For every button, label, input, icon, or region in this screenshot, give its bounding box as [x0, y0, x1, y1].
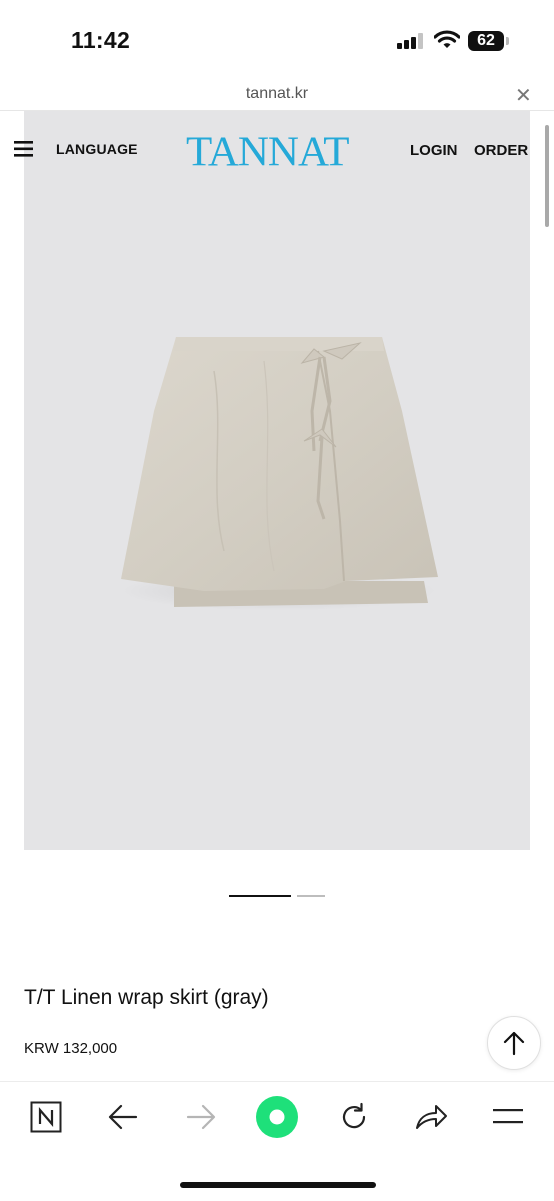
share-icon[interactable]: [414, 1102, 448, 1132]
wifi-icon: [434, 30, 460, 48]
status-bar: 11:42 62: [0, 0, 554, 80]
url-text[interactable]: tannat.kr: [0, 85, 554, 103]
slide-indicator-active[interactable]: [229, 895, 291, 897]
home-indicator[interactable]: [180, 1182, 376, 1188]
arrow-up-icon: [503, 1031, 525, 1056]
hamburger-menu-icon[interactable]: [14, 140, 34, 158]
brand-logo[interactable]: TANNAT: [186, 128, 350, 176]
login-link[interactable]: LOGIN: [410, 142, 458, 159]
clock: 11:42: [71, 27, 131, 53]
forward-arrow-icon[interactable]: [186, 1103, 216, 1131]
web-page: [0, 111, 554, 1081]
close-icon[interactable]: ✕: [515, 83, 532, 108]
naver-home-icon[interactable]: [30, 1101, 62, 1133]
product-price: KRW 132,000: [24, 1040, 118, 1057]
back-arrow-icon[interactable]: [108, 1103, 138, 1131]
skirt-photo: [121, 337, 438, 607]
battery-indicator: 62: [468, 31, 504, 51]
cellular-signal-icon: [397, 33, 423, 49]
browser-url-bar[interactable]: tannat.kr ✕: [0, 80, 554, 111]
language-link[interactable]: LANGUAGE: [56, 141, 138, 157]
menu-icon[interactable]: [492, 1107, 524, 1127]
product-image[interactable]: [24, 111, 530, 850]
scroll-to-top-button[interactable]: [487, 1016, 541, 1070]
green-dot-button-icon[interactable]: [255, 1095, 299, 1139]
order-link[interactable]: ORDER: [474, 142, 528, 159]
refresh-icon[interactable]: [338, 1101, 370, 1133]
product-title: T/T Linen wrap skirt (gray): [24, 986, 269, 1009]
page-scrollbar[interactable]: [545, 125, 549, 227]
battery-cap: [506, 37, 509, 45]
slide-indicator[interactable]: [297, 895, 325, 897]
